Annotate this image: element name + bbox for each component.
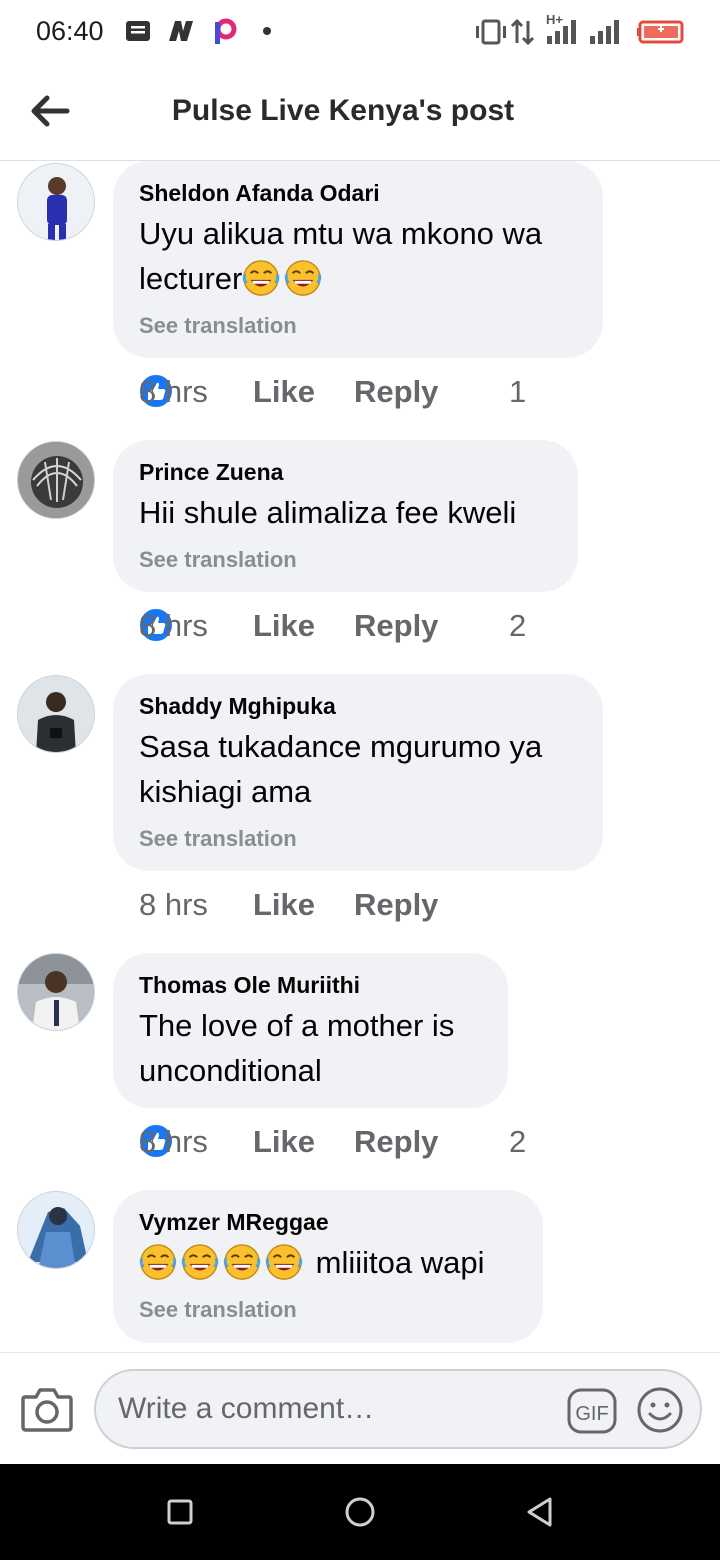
comment-time: 8 hrs [139,374,208,409]
laughing-emoji-icon [265,1244,303,1280]
comment-text: Hii shule alimaliza fee kweli [139,495,517,530]
svg-text:GIF: GIF [575,1403,608,1425]
comment-text: Sasa tukadance mgurumo ya kishiagi ama [139,729,543,809]
comment-time: 8 hrs [139,1124,208,1159]
like-button[interactable]: Like [253,608,315,644]
signal-strength-icon [547,20,576,44]
post-header: Pulse Live Kenya's post [0,64,720,161]
see-translation-link[interactable]: See translation [139,547,552,573]
laughing-emoji-icon [181,1244,219,1280]
comment-actions: 8 hrs Like Reply 1 [139,374,526,414]
back-nav-button[interactable] [520,1492,560,1532]
reply-button[interactable]: Reply [354,887,438,923]
see-translation-link[interactable]: See translation [139,1297,517,1323]
comment-text: The love of a mother is unconditional [139,1008,455,1088]
like-button[interactable]: Like [253,1124,315,1160]
comment-time: 8 hrs [139,608,208,643]
news-app-icon [169,21,193,41]
comment-composer: GIF [0,1352,720,1465]
commenter-name[interactable]: Prince Zuena [139,458,552,486]
laughing-emoji-icon [223,1244,261,1280]
commenter-name[interactable]: Sheldon Afanda Odari [139,179,577,207]
comment-bubble: Thomas Ole Muriithi The love of a mother… [113,953,508,1108]
comment-actions: 8 hrs Like Reply 2 [139,1124,526,1164]
gif-button[interactable]: GIF [567,1388,617,1434]
battery-low-icon [637,20,684,44]
comment-bubble: Prince Zuena Hii shule alimaliza fee kwe… [113,440,578,592]
comment-bubble: Vymzer MReggae mliiitoa wapi See transla… [113,1190,543,1343]
laughing-emoji-icon [243,260,280,296]
reaction-count[interactable]: 1 [509,374,526,410]
comment-actions: 8 hrs Like Reply 2 [139,608,526,648]
like-button[interactable]: Like [253,887,315,923]
camera-icon[interactable] [20,1383,74,1435]
data-arrows-icon [510,18,535,46]
message-icon [126,21,150,41]
signal-strength-2-icon [590,20,619,44]
see-translation-link[interactable]: See translation [139,826,577,852]
smiley-icon[interactable] [636,1386,684,1434]
reply-button[interactable]: Reply [354,1124,438,1160]
avatar[interactable] [17,675,95,753]
avatar[interactable] [17,1191,95,1269]
commenter-name[interactable]: Vymzer MReggae [139,1208,517,1236]
comment-bubble: Shaddy Mghipuka Sasa tukadance mgurumo y… [113,674,603,871]
avatar[interactable] [17,441,95,519]
comment-bubble: Sheldon Afanda Odari Uyu alikua mtu wa m… [113,161,603,358]
app-p-icon [215,18,237,44]
comment-text: Uyu alikua mtu wa mkono wa lecturer [139,216,543,296]
see-translation-link[interactable]: See translation [139,313,577,339]
comment-time: 8 hrs [139,887,208,922]
status-bar: 06:40 H+ [0,0,720,64]
like-button[interactable]: Like [253,374,315,410]
commenter-name[interactable]: Thomas Ole Muriithi [139,971,482,999]
comment-text: mliiitoa wapi [139,1240,517,1285]
avatar[interactable] [17,953,95,1031]
home-button[interactable] [340,1492,380,1532]
reaction-count[interactable]: 2 [509,608,526,644]
notification-dot-icon [263,27,271,35]
status-time: 06:40 [36,16,104,46]
system-nav-bar [0,1464,720,1560]
vibrate-icon [476,19,506,45]
laughing-emoji-icon [285,260,322,296]
commenter-name[interactable]: Shaddy Mghipuka [139,692,577,720]
reaction-count[interactable]: 2 [509,1124,526,1160]
comment-list: Sheldon Afanda Odari Uyu alikua mtu wa m… [0,161,720,1351]
reply-button[interactable]: Reply [354,374,438,410]
page-title: Pulse Live Kenya's post [171,94,515,127]
laughing-emoji-icon [139,1244,177,1280]
reply-button[interactable]: Reply [354,608,438,644]
avatar[interactable] [17,163,95,241]
recents-button[interactable] [160,1492,200,1532]
